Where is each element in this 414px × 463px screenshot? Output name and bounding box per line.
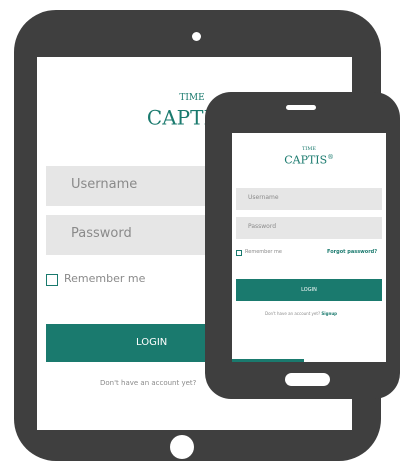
phone-logo: TIME CAPTIS® [269,146,349,166]
phone-signup-link[interactable]: Signup [321,311,337,316]
phone-username-input[interactable]: Username [236,188,382,210]
tablet-remember-checkbox[interactable] [46,274,58,286]
phone-password-placeholder: Password [248,223,277,230]
tablet-password-placeholder: Password [71,226,132,241]
phone-login-label: LOGIN [301,287,317,293]
phone-password-input[interactable]: Password [236,217,382,239]
phone-username-placeholder: Username [248,194,279,201]
phone-remember-checkbox[interactable] [236,250,242,256]
phone-login-button[interactable]: LOGIN [236,279,382,301]
tablet-login-label: LOGIN [136,337,168,348]
tablet-password-input[interactable]: Password [46,215,221,255]
phone-remember-label: Remember me [245,249,282,255]
phone-no-account-text: Don't have an account yet? Signup [265,311,337,316]
phone-device: TIME CAPTIS® Username Password Remember … [205,92,400,399]
tablet-username-placeholder: Username [71,177,138,192]
phone-speaker [286,105,316,110]
phone-no-account-label: Don't have an account yet? [265,311,321,316]
tablet-login-button[interactable]: LOGIN [46,324,221,362]
phone-logo-name: CAPTIS [284,153,328,167]
phone-screen: TIME CAPTIS® Username Password Remember … [232,133,386,362]
tablet-home-button[interactable] [170,435,194,459]
tablet-camera [192,32,201,41]
phone-progress-bar [232,359,304,362]
tablet-no-account-text: Don't have an account yet? [100,379,197,387]
tablet-remember-label: Remember me [64,272,146,285]
tablet-username-input[interactable]: Username [46,166,221,206]
phone-forgot-link[interactable]: Forgot password? [327,249,377,255]
phone-logo-reg: ® [327,153,334,161]
phone-home-button[interactable] [285,373,330,386]
